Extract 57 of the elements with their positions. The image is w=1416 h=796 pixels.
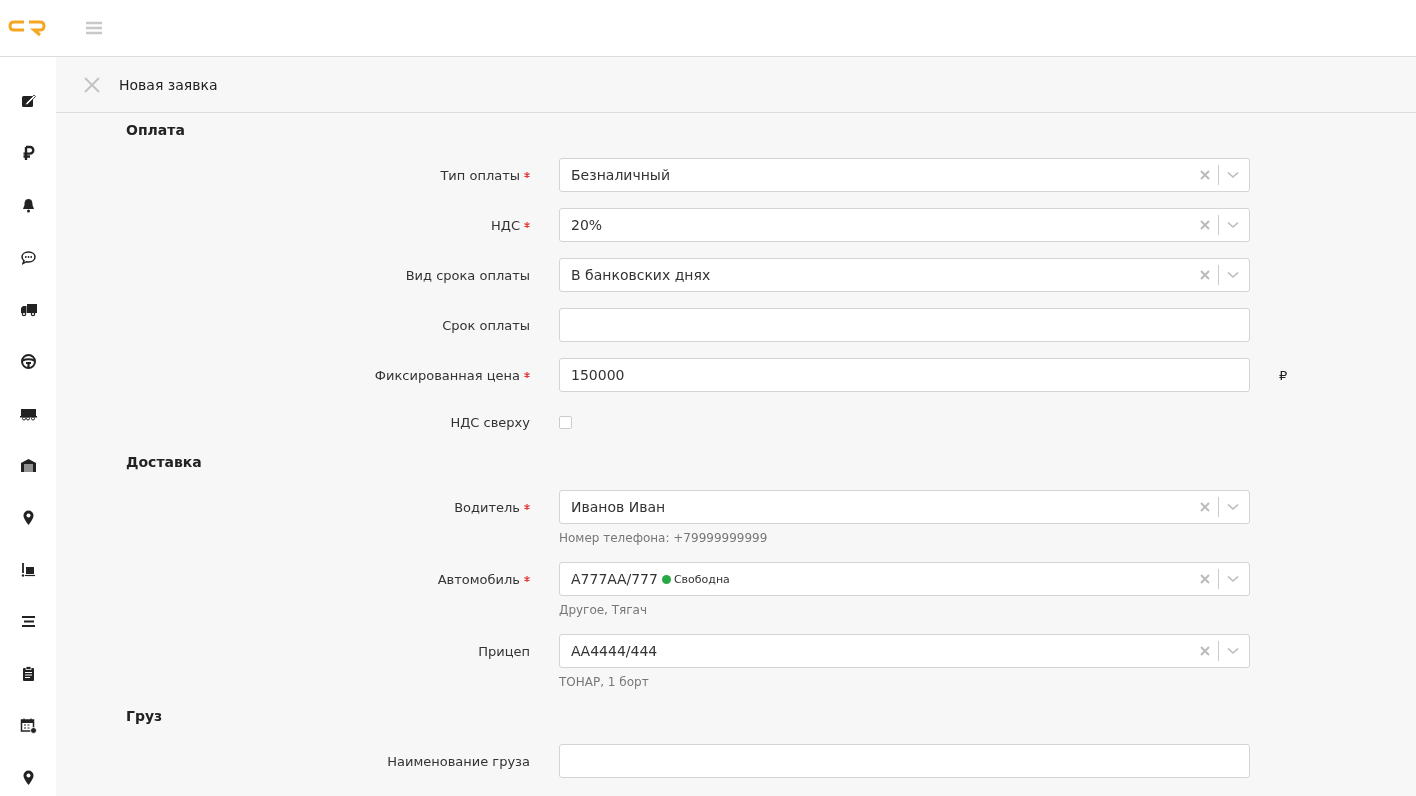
- section-heading: Груз: [126, 707, 164, 726]
- status-text: Свободна: [673, 572, 730, 586]
- field-hint: ТОНАР, 1 борт: [559, 674, 650, 690]
- clear-icon[interactable]: [1200, 220, 1210, 230]
- chevron-down-icon[interactable]: [1227, 221, 1239, 229]
- section-heading: Оплата: [126, 121, 186, 140]
- field-label: Водитель: [454, 499, 520, 515]
- field-label: Наименование груза: [387, 753, 530, 769]
- chevron-down-icon[interactable]: [1227, 171, 1239, 179]
- select-field[interactable]: Безналичный: [559, 158, 1250, 192]
- section-heading: Доставка: [126, 453, 203, 472]
- field-label: НДС: [491, 217, 520, 233]
- clear-icon[interactable]: [1200, 270, 1210, 280]
- select-value: АА4444/444: [571, 643, 658, 659]
- close-icon: [84, 76, 100, 93]
- close-button[interactable]: [84, 76, 100, 93]
- chat-bubble-icon: [19, 248, 37, 266]
- field-label: Прицеп: [478, 643, 530, 659]
- clear-icon[interactable]: [1200, 574, 1210, 584]
- select-value: А777АА/777: [571, 571, 658, 587]
- steering-wheel-icon: [19, 352, 37, 370]
- field-hint: Номер телефона: +79999999999: [559, 530, 769, 546]
- chevron-down-icon[interactable]: [1227, 647, 1239, 655]
- select-value: 20%: [571, 217, 603, 233]
- clear-icon[interactable]: [1200, 646, 1210, 656]
- select-value: В банковских днях: [571, 267, 711, 283]
- field-label: Срок оплаты: [442, 317, 530, 333]
- chevron-down-icon[interactable]: [1227, 271, 1239, 279]
- clear-icon[interactable]: [1200, 170, 1210, 180]
- select-field[interactable]: 20%: [559, 208, 1250, 242]
- field-label: Вид срока оплаты: [405, 267, 530, 283]
- logo-icon[interactable]: [7, 18, 47, 38]
- select-field[interactable]: А777АА/777 Свободна: [559, 562, 1250, 596]
- select-field[interactable]: В банковских днях: [559, 258, 1250, 292]
- field-label: НДС сверху: [450, 414, 530, 430]
- select-field[interactable]: Иванов Иван: [559, 490, 1250, 524]
- input-field[interactable]: 150000: [559, 358, 1250, 392]
- edit-icon: [19, 92, 37, 110]
- select-field[interactable]: АА4444/444: [559, 634, 1250, 668]
- warehouse-icon: [19, 456, 37, 474]
- field-label: Тип оплаты: [440, 167, 520, 183]
- hand-truck-icon: [19, 560, 37, 578]
- currency-unit: ₽: [1279, 367, 1289, 383]
- field-label: Фиксированная цена: [374, 367, 520, 383]
- page-title: Новая заявка: [119, 76, 218, 93]
- chevron-down-icon[interactable]: [1227, 503, 1239, 511]
- menu-icon[interactable]: [86, 21, 102, 35]
- field-label: Автомобиль: [437, 571, 520, 587]
- chevron-down-icon[interactable]: [1227, 575, 1239, 583]
- input-field[interactable]: [559, 744, 1250, 778]
- calendar-icon: [19, 716, 37, 734]
- select-value: Безналичный: [571, 167, 671, 183]
- input-field[interactable]: [559, 308, 1250, 342]
- select-value: Иванов Иван: [571, 499, 666, 515]
- clear-icon[interactable]: [1200, 502, 1210, 512]
- checkbox[interactable]: [559, 416, 572, 429]
- field-hint: Другое, Тягач: [559, 602, 649, 618]
